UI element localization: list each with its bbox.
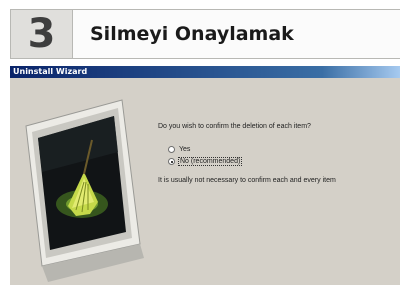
step-title: Silmeyi Onaylamak [90, 23, 294, 45]
option-yes[interactable]: Yes [168, 146, 190, 153]
step-number-box: 3 [10, 9, 73, 59]
option-no[interactable]: No (recommended) [168, 157, 243, 166]
radio-yes[interactable] [168, 146, 175, 153]
radio-no[interactable] [168, 158, 175, 165]
crt-monitor-with-broom-icon [18, 92, 144, 282]
screenshot-frame: 3 Silmeyi Onaylamak Uninstall Wizard Do … [0, 0, 400, 285]
option-no-label[interactable]: No (recommended) [177, 157, 243, 166]
option-yes-label[interactable]: Yes [179, 146, 190, 153]
step-title-box: Silmeyi Onaylamak [73, 9, 400, 59]
confirm-question: Do you wish to confirm the deletion of e… [158, 123, 311, 130]
window-titlebar[interactable]: Uninstall Wizard [10, 66, 400, 78]
uninstall-wizard-window: Uninstall Wizard Do you wish to confirm … [10, 66, 400, 285]
step-number: 3 [27, 11, 56, 57]
confirm-note: It is usually not necessary to confirm e… [158, 177, 336, 184]
window-title: Uninstall Wizard [13, 67, 88, 76]
